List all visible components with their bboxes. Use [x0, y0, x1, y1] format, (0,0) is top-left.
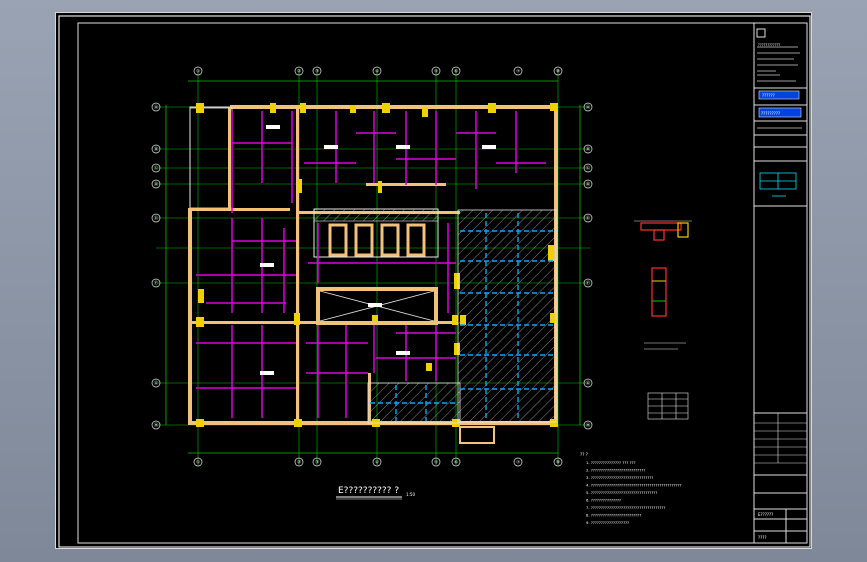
- column: [452, 315, 458, 325]
- column: [270, 103, 276, 113]
- grid-axis-right-label: Ⓗ: [586, 422, 591, 429]
- grid-axis-bottom-label: ②: [297, 460, 301, 466]
- column: [196, 317, 204, 327]
- grid-axis-right-label: Ⓒ: [586, 165, 591, 172]
- stair-core: [313, 208, 439, 258]
- section-detail: [634, 220, 692, 350]
- column: [198, 289, 204, 303]
- grid-axis-bottom-label: ⑤: [434, 460, 438, 466]
- interior-wall: [228, 108, 231, 208]
- title-block-seal: [759, 172, 797, 197]
- note-line: 6. ???????????????: [586, 498, 621, 503]
- cad-viewport[interactable]: ???????????? ?????? ????????? E?????? ??…: [55, 12, 812, 549]
- grid-axis-top-label: ⑧: [556, 69, 560, 75]
- grid-axis-top-label: ④: [375, 69, 379, 75]
- grid-axis-left-label: Ⓔ: [154, 215, 159, 222]
- hatched-slab-area: [367, 209, 557, 424]
- grid-axis-left-label: Ⓑ: [154, 146, 159, 153]
- column: [294, 313, 300, 325]
- plan-scale-text: 1:50: [406, 492, 415, 497]
- exterior-wall: [188, 208, 192, 423]
- column: [488, 103, 496, 113]
- plan-title: E?????????? ? 1:50: [336, 486, 415, 500]
- note-line: 4. ?????????????????????????????????????…: [586, 483, 682, 488]
- grid-axis-right-label: Ⓕ: [586, 280, 591, 287]
- grid-axis-right-label: Ⓑ: [586, 146, 591, 153]
- grid-axis-left-label: Ⓖ: [154, 380, 159, 387]
- plan-title-text: E?????????? ?: [338, 486, 399, 496]
- grid-axis-bottom-label: ③: [315, 460, 319, 466]
- column: [382, 103, 390, 113]
- drawing-notes: ?? ? 1. ??????????????? ??? ??? 2. ??????…: [580, 452, 682, 525]
- outer-drawing-frame: [58, 15, 811, 548]
- grid-axis-left-label: Ⓒ: [154, 165, 159, 172]
- grid-axis-top-label: ⑥: [454, 69, 458, 75]
- entrance-step: [459, 426, 495, 444]
- column: [378, 181, 382, 193]
- notes-header: ?? ?: [580, 452, 588, 457]
- title-block-stamp-text: ??????: [762, 93, 775, 98]
- title-block-scribbles: [757, 46, 800, 82]
- grid-axis-left-label: Ⓗ: [154, 422, 159, 429]
- title-block-revision-table: [754, 413, 807, 464]
- title-block-project: ?????????: [761, 111, 780, 116]
- grid-axis-top-label: ⑦: [516, 69, 520, 75]
- grid-axis-bottom-label: ⑧: [556, 460, 560, 466]
- note-line: 5. ?????????????????????????????????: [586, 490, 657, 495]
- column: [550, 103, 558, 111]
- grid-axis-bottom-label: ①: [196, 460, 200, 466]
- interior-wall: [190, 208, 290, 211]
- grid-axis-bottom-label: ④: [375, 460, 379, 466]
- note-line: 8. ?????????????????????????: [586, 513, 641, 518]
- grid-axis-top-label: ①: [196, 69, 200, 75]
- note-line: 1. ??????????????? ??? ???: [586, 460, 636, 465]
- note-line: 9. ???????????????????: [586, 520, 629, 525]
- note-line: 2. ???????????????????????????: [586, 468, 645, 473]
- title-block-institute: ????????????: [758, 43, 780, 47]
- exterior-wall: [189, 107, 233, 209]
- grid-axis-right-label: Ⓔ: [586, 215, 591, 222]
- grid-axis-bottom-label: ⑦: [516, 460, 520, 466]
- grid-axis-top-label: ⑤: [434, 69, 438, 75]
- grid-axis-right-label: Ⓓ: [586, 181, 591, 188]
- column: [298, 179, 302, 193]
- grid-axis-bottom-label: ⑥: [454, 460, 458, 466]
- column: [294, 419, 302, 427]
- column: [196, 419, 204, 427]
- column: [350, 105, 356, 113]
- grid-axis-top-label: ②: [297, 69, 301, 75]
- column: [300, 103, 306, 113]
- exterior-wall: [230, 105, 558, 109]
- interior-wall: [296, 108, 299, 218]
- title-block-drawing-name: E??????: [758, 512, 773, 517]
- column: [426, 363, 432, 371]
- grid-axis-left-label: Ⓐ: [154, 104, 159, 111]
- grid-axis-left-label: Ⓕ: [154, 280, 159, 287]
- column: [422, 107, 428, 117]
- title-block-drawing-no: ????: [758, 535, 767, 540]
- grid-axis-top-label: ③: [315, 69, 319, 75]
- grid-axis-left-label: Ⓓ: [154, 181, 159, 188]
- column: [196, 103, 204, 113]
- title-block: ???????????? ?????? ????????? E?????? ??…: [753, 23, 807, 543]
- grid-axis-right-label: Ⓐ: [586, 104, 591, 111]
- note-line: 3. ???????????????????????????????: [586, 475, 653, 480]
- note-line: 7. ?????????????????????????????????????: [586, 505, 665, 510]
- grid-axis-right-label: Ⓖ: [586, 380, 591, 387]
- legend-table: [647, 392, 689, 420]
- cad-drawing-canvas[interactable]: ???????????? ?????? ????????? E?????? ??…: [56, 13, 813, 550]
